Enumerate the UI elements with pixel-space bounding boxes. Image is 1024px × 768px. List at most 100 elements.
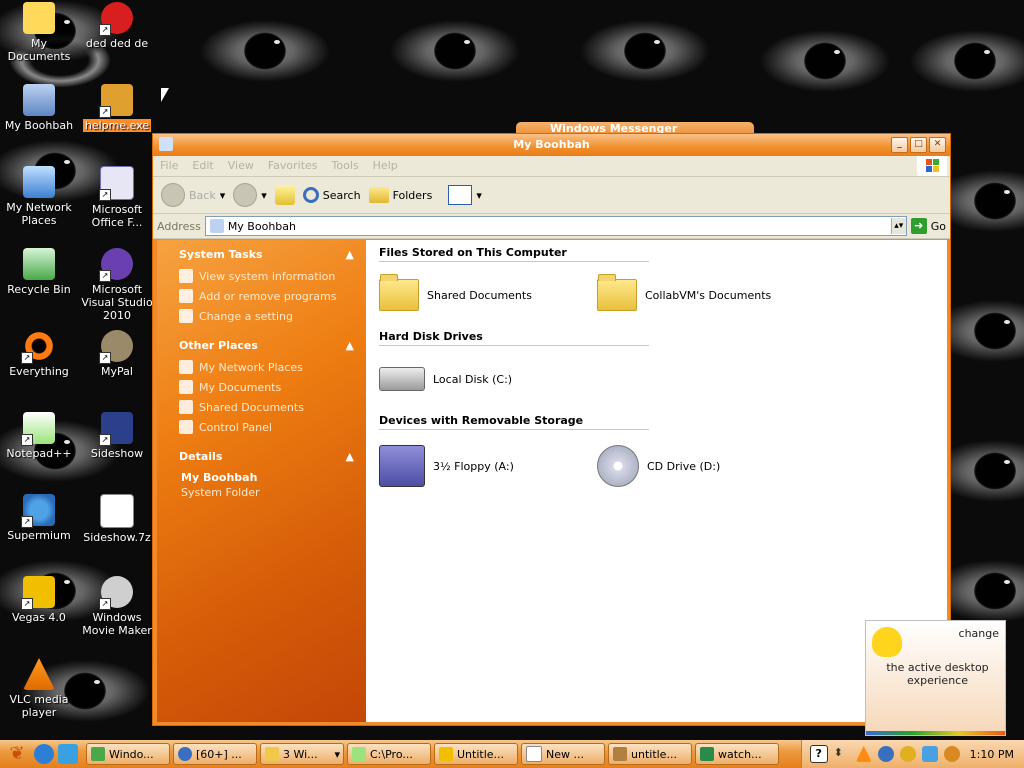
group-row: Local Disk (C:) [379,346,947,412]
menu-edit[interactable]: Edit [185,156,220,175]
show-desktop-quicklaunch-icon[interactable] [58,744,78,764]
network-tray-icon[interactable] [877,746,894,762]
task-label: New ... [546,747,584,761]
start-button[interactable]: ❦ [4,742,30,766]
item-collabvm-documents[interactable]: CollabVM's Documents [597,274,815,311]
go-button[interactable]: ➜ Go [910,218,946,234]
collapse-icon[interactable]: ▲ [346,450,354,463]
desktop-icon-sideshow-7z[interactable]: Sideshow.7z [78,494,156,544]
views-button[interactable]: ▾ [448,185,482,205]
collapse-icon[interactable]: ▲ [346,339,354,352]
desktop-icon-recycle-bin[interactable]: Recycle Bin [0,248,78,296]
task-button[interactable]: Windo... [86,743,170,765]
up-folder-button[interactable] [274,185,295,205]
desktop-icon-movie-maker[interactable]: ↗ Windows Movie Maker [78,576,156,637]
task-button[interactable]: C:\Pro... [347,743,431,765]
place-shared-documents[interactable]: Shared Documents [179,400,354,414]
dropdown-arrow-icon[interactable]: ▾ [220,189,226,202]
task-group-button[interactable]: 3 Wi... ▾ [260,743,344,765]
task-button[interactable]: [60+] ... [173,743,257,765]
change-link[interactable]: change [959,627,999,640]
explorer-window[interactable]: My Boohbah _ □ ✕ File Edit View Favorites To… [152,133,951,726]
details-panel: Details ▲ My Boohbah System Folder [179,450,354,499]
vlc-tray-icon[interactable] [855,746,872,762]
desktop-icon-everything[interactable]: ↗ Everything [0,330,78,378]
task-view-system-info[interactable]: View system information [179,269,354,283]
address-dropdown-icon[interactable]: ▴▾ [890,218,906,234]
place-network[interactable]: My Network Places [179,360,354,374]
other-places-header[interactable]: Other Places ▲ [179,339,354,352]
desktop-icon-ms-office[interactable]: ↗ Microsoft Office F... [78,166,156,229]
desktop-icon-mypal[interactable]: ↗ MyPal [78,330,156,378]
address-field[interactable]: My Boohbah ▴▾ [204,216,907,236]
menu-file[interactable]: File [153,156,185,175]
task-add-remove-programs[interactable]: Add or remove programs [179,289,354,303]
menu-favorites[interactable]: Favorites [261,156,325,175]
details-name: My Boohbah [181,471,258,484]
network-icon [179,360,193,374]
task-button[interactable]: untitle... [608,743,692,765]
maximize-button[interactable]: □ [910,137,927,153]
desktop-icon-vlc[interactable]: VLC media player [0,658,78,719]
desktop-icon-my-network-places[interactable]: My Network Places [0,166,78,227]
minimize-button[interactable]: _ [891,137,908,153]
collapse-icon[interactable]: ▲ [346,248,354,261]
desktop-icon-my-boohbah[interactable]: My Boohbah [0,84,78,132]
close-button[interactable]: ✕ [929,137,946,153]
folders-button[interactable]: Folders [368,187,432,203]
window-titlebar[interactable]: My Boohbah _ □ ✕ [153,134,950,156]
item-floppy-a[interactable]: 3½ Floppy (A:) [379,445,597,487]
search-tray-icon[interactable] [943,746,960,762]
desktop-icon-supermium[interactable]: ↗ Supermium [0,494,78,542]
task-label: View system information [199,269,336,283]
help-icon[interactable]: ? [809,745,828,763]
system-tray: ? ⬍ 1:10 PM [800,740,1024,768]
task-change-setting[interactable]: Change a setting [179,309,354,323]
desktop-icon-visual-studio[interactable]: ↗ Microsoft Visual Studio 2010 [78,248,156,322]
folder-icon [23,2,55,34]
menu-tools[interactable]: Tools [325,156,366,175]
item-cd-drive-d[interactable]: CD Drive (D:) [597,445,815,487]
vlc-cone-icon [23,658,55,690]
dropdown-arrow-icon[interactable]: ▾ [476,189,482,202]
menu-help[interactable]: Help [366,156,405,175]
desktop-icon-my-documents[interactable]: My Documents [0,2,78,63]
desktop-icon-notepad-plus[interactable]: ↗ Notepad++ [0,412,78,460]
shield-icon[interactable] [899,746,916,762]
desktop-icon-ded-ded-de[interactable]: ↗ ded ded de [78,2,156,50]
place-control-panel[interactable]: Control Panel [179,420,354,434]
back-button[interactable]: Back ▾ [161,183,225,207]
forward-button[interactable]: ▾ [233,183,267,207]
desktop-icon-vegas[interactable]: ↗ Vegas 4.0 [0,576,78,624]
ie-quicklaunch-icon[interactable] [34,744,54,764]
item-local-disk-c[interactable]: Local Disk (C:) [379,367,597,391]
place-label: My Network Places [199,360,303,374]
desktop-icon-label: Sideshow.7z [83,531,151,544]
browser-icon [178,747,192,761]
folder-icon [379,274,419,311]
computer-icon [23,84,55,116]
system-tasks-header[interactable]: System Tasks ▲ [179,248,354,261]
menu-view[interactable]: View [221,156,261,175]
chevron-icon[interactable]: ⬍ [834,746,850,762]
item-label: CollabVM's Documents [645,288,772,302]
desktop-icon-sideshow[interactable]: ↗ Sideshow [78,412,156,460]
task-button[interactable]: watch... [695,743,779,765]
taskbar: ❦ Windo... [60+] ... 3 Wi... ▾ C:\Pro... … [0,740,1024,768]
task-button[interactable]: New ... [521,743,605,765]
task-button[interactable]: Untitle... [434,743,518,765]
speaker-icon[interactable] [921,746,938,762]
details-header[interactable]: Details ▲ [179,450,354,463]
desktop-icon-helpme-exe[interactable]: ↗ helpme.exe [78,84,156,132]
dropdown-arrow-icon[interactable]: ▾ [261,189,267,202]
settings-icon [179,309,193,323]
address-label: Address [157,219,201,233]
control-panel-icon [179,420,193,434]
task-label: Change a setting [199,309,293,323]
clock[interactable]: 1:10 PM [970,748,1014,761]
desktop-notification[interactable]: change the active desktop experience [865,620,1006,736]
item-shared-documents[interactable]: Shared Documents [379,274,597,311]
place-my-documents[interactable]: My Documents [179,380,354,394]
search-button[interactable]: Search [302,187,361,203]
panel-title: System Tasks [179,248,263,261]
